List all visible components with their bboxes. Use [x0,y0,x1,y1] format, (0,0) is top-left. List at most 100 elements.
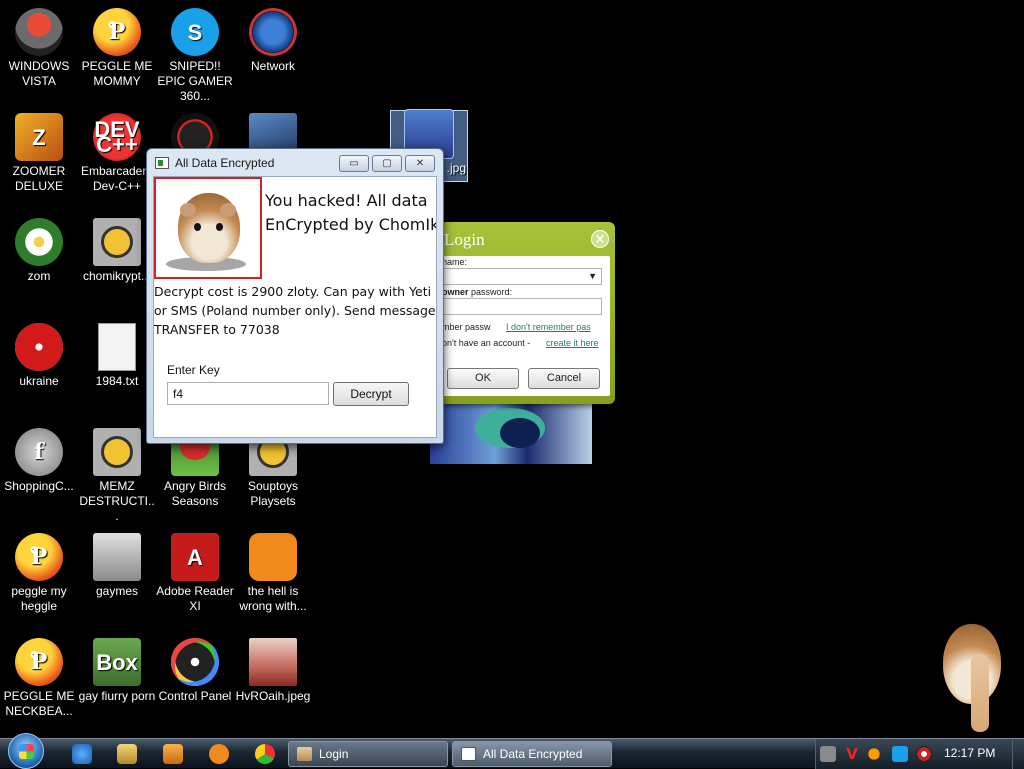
desktop-icon-gaymes[interactable]: gaymes [78,533,156,599]
figure-sprite [971,654,989,732]
desktop-icon-zoomer-deluxe[interactable]: Z ZOOMER DELUXE [0,113,78,194]
password-label: owner password: [442,287,512,297]
username-dropdown[interactable]: ▼ [442,268,602,285]
desktop-hamster-sprite [935,618,1005,738]
ransom-description: Decrypt cost is 2900 zloty. Can pay with… [154,284,436,337]
no-account-text: on't have an account - [442,338,531,348]
antivirus-v-icon[interactable]: V [844,746,860,762]
desktop-icon-hvroaih-jpeg[interactable]: HvROaih.jpeg [234,638,312,704]
record-icon[interactable] [916,746,932,762]
image-viewer-window[interactable] [430,403,592,464]
icon-label: 1984.txt [95,374,139,388]
desktop-icon-sniped-epic-gamer[interactable]: S SNIPED!! EPIC GAMER 360... [156,8,234,104]
maximize-button[interactable]: ▢ [372,155,402,172]
chevron-down-icon: ▼ [588,271,597,281]
hamster-icon [178,193,240,263]
icon-label: PEGGLE ME MOMMY [81,59,153,88]
hamster-image [154,177,262,279]
login-title: Login [444,230,485,249]
desktop-icon-ukraine[interactable]: ukraine [0,323,78,389]
desktop-icon-shoppingc[interactable]: f ShoppingC... [0,428,78,494]
desktop-icon-1984-txt[interactable]: 1984.txt [78,323,156,389]
cancel-button[interactable]: Cancel [528,368,600,389]
password-label-rest: password: [468,287,513,297]
peggle-icon: P [15,638,63,686]
clock[interactable]: 12:17 PM [944,746,995,760]
icon-label: gaymes [95,584,139,598]
explorer-folder-icon[interactable] [117,744,137,764]
app-icon [155,157,169,169]
icon-label: peggle my heggle [11,584,67,613]
desktop-icon-zom[interactable]: zom [0,218,78,284]
radiation-icon [15,323,63,371]
forgot-password-link[interactable]: I don't remember pas [506,322,591,332]
desktop-icon-peggle-me-neckbea[interactable]: P PEGGLE ME NECKBEA... [0,638,78,719]
box-icon: Box [93,638,141,686]
desktop-icon-dev-cpp[interactable]: DEV C++ Embarcadero Dev-C++ [78,113,156,194]
desktop: WINDOWS VISTA Z ZOOMER DELUXE zom ukrain… [0,0,1024,738]
password-field[interactable] [442,298,602,315]
decrypt-button[interactable]: Decrypt [333,382,409,406]
search-icon[interactable] [866,746,882,762]
close-icon[interactable]: × [591,230,609,248]
password-label-bold: owner [442,287,469,297]
vista-orb-icon [15,8,63,56]
zoomer-icon: Z [15,113,63,161]
flower-icon [15,218,63,266]
peggle-icon: P [93,8,141,56]
icon-label: the hell is wrong with... [239,584,307,613]
ransom-window[interactable]: All Data Encrypted ▭ ▢ ✕ You hacked! All… [146,148,444,444]
create-account-link[interactable]: create it here [546,338,599,348]
icon-label: ZOOMER DELUXE [12,164,66,193]
network-globe-icon [249,8,297,56]
desktop-icon-peggle-my-heggle[interactable]: P peggle my heggle [0,533,78,614]
icon-label: Embarcadero Dev-C++ [80,164,154,193]
task-label: Login [319,747,349,761]
taskbar: Login All Data Encrypted V 12:17 PM [0,733,1024,769]
icon-label: SNIPED!! EPIC GAMER 360... [157,59,233,103]
icon-label: PEGGLE ME NECKBEA... [3,689,75,718]
app-window-icon [461,747,476,761]
remember-password-label[interactable]: mber passw [442,322,491,332]
show-desktop-button[interactable] [1012,739,1024,769]
login-body: name: ▼ owner password: mber passw I don… [442,256,610,396]
ok-button[interactable]: OK [447,368,519,389]
internet-explorer-icon[interactable] [72,744,92,764]
media-player-icon[interactable] [163,744,183,764]
icon-label: Control Panel [158,689,232,703]
tray-app-icon[interactable] [820,746,836,762]
desktop-icon-control-panel[interactable]: Control Panel [156,638,234,704]
skype-icon: S [171,8,219,56]
icon-label: WINDOWS VISTA [8,59,70,88]
start-button[interactable] [8,733,44,769]
desktop-icon-peggle-me-mommy[interactable]: P PEGGLE ME MOMMY [78,8,156,89]
minimize-button[interactable]: ▭ [339,155,369,172]
network-status-icon[interactable] [892,746,908,762]
flash-icon: f [15,428,63,476]
desktop-icon-windows-vista[interactable]: WINDOWS VISTA [0,8,78,89]
icon-label: zom [27,269,51,283]
login-dialog[interactable]: Login × name: ▼ owner password: mber pas… [440,222,615,404]
icon-label: ukraine [19,374,59,388]
desktop-icon-adobe-reader[interactable]: A Adobe Reader XI [156,533,234,614]
close-button[interactable]: ✕ [405,155,435,172]
control-panel-icon [171,638,219,686]
desktop-icon-memz[interactable]: MEMZ DESTRUCTI... [78,428,156,524]
desktop-icon-the-hell-is-wrong[interactable]: the hell is wrong with... [234,533,312,614]
chrome-icon[interactable] [255,744,275,764]
hamster-eye [216,223,223,231]
dev-cpp-icon: DEV C++ [93,113,141,161]
uc-browser-icon[interactable] [209,744,229,764]
key-input[interactable] [167,382,329,405]
system-tray: V 12:17 PM [815,739,1024,769]
icon-label: Network [250,59,295,73]
chomikrypt-icon [93,218,141,266]
icon-label: Angry Birds Seasons [163,479,227,508]
hamster-icon [297,747,312,761]
taskbar-task-all-data-encrypted[interactable]: All Data Encrypted [452,741,612,767]
desktop-icon-network[interactable]: Network [234,8,312,74]
desktop-icon-gay-fiurry-porn[interactable]: Box gay fiurry porn [78,638,156,704]
desktop-icon-chomikrypt[interactable]: chomikrypt... [78,218,156,284]
window-titlebar[interactable]: All Data Encrypted ▭ ▢ ✕ [147,149,443,177]
taskbar-task-login[interactable]: Login [288,741,448,767]
